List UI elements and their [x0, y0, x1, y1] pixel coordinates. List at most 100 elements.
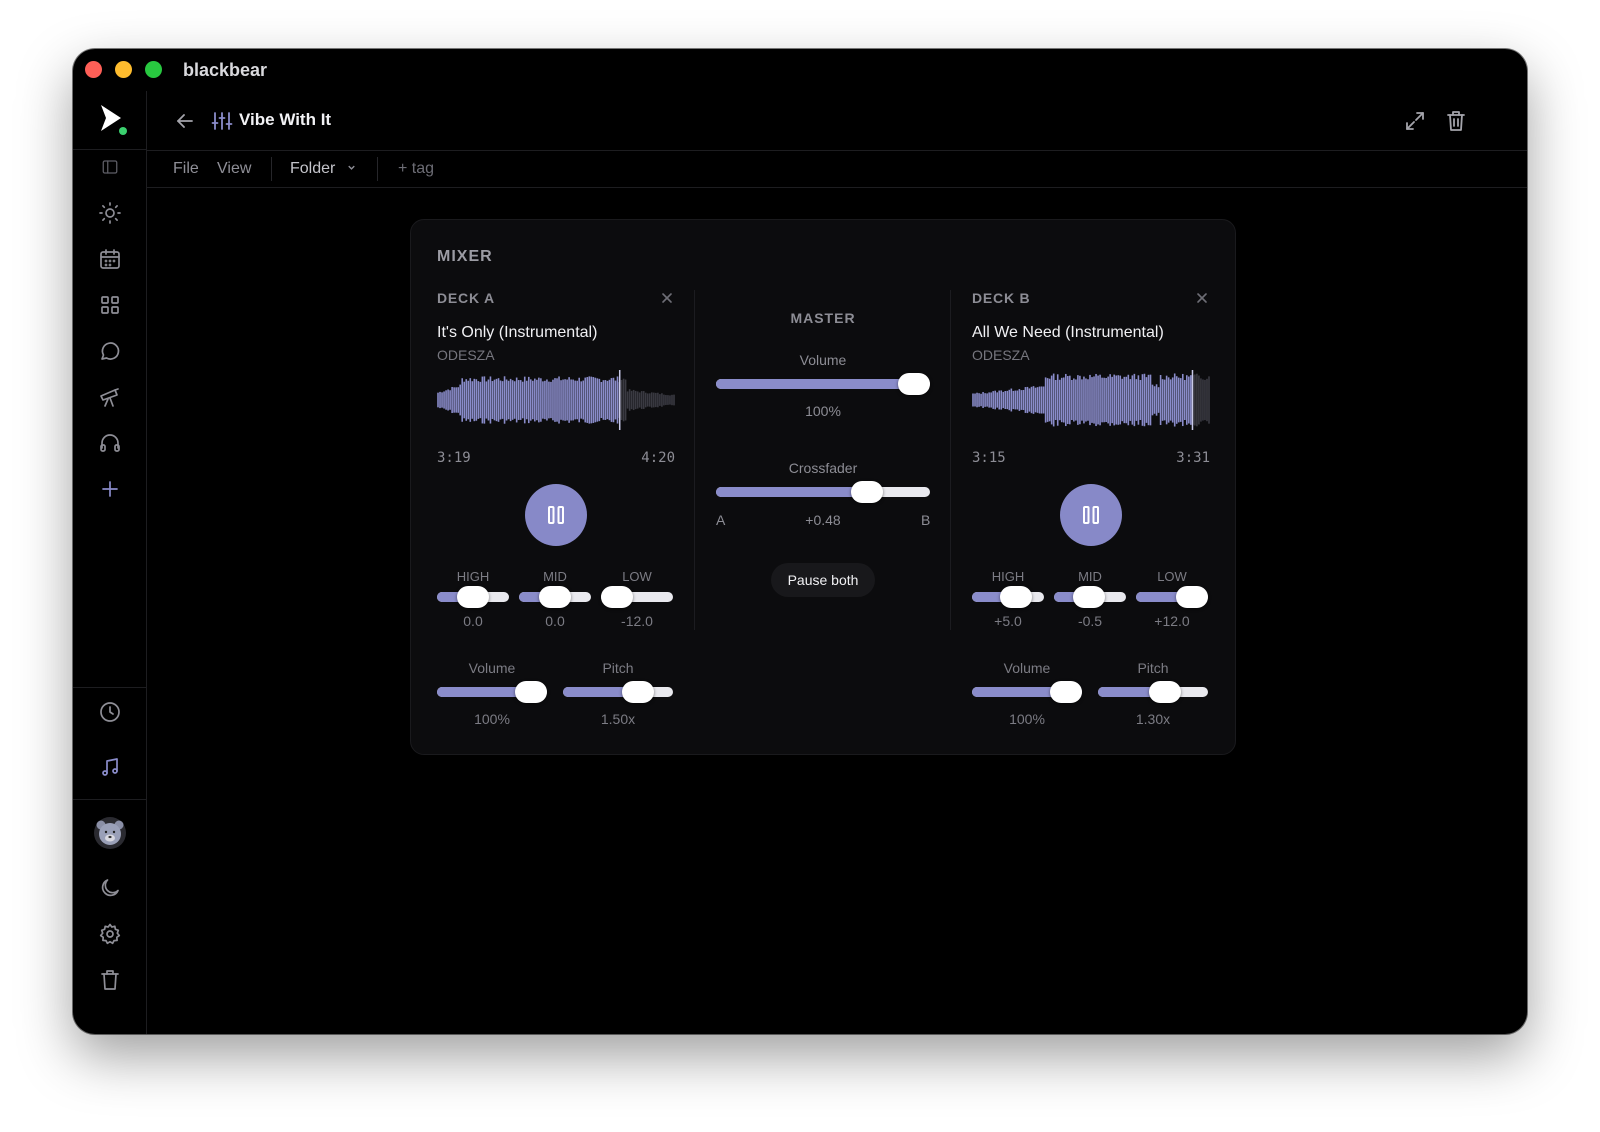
track-artist: ODESZA [972, 347, 1030, 363]
pause-button[interactable] [1060, 484, 1122, 546]
master-title: MASTER [790, 310, 856, 326]
menu-folder-label: Folder [290, 160, 336, 177]
eq-high-slider[interactable] [437, 586, 509, 608]
expand-icon[interactable] [1403, 109, 1427, 133]
eq-high-label: HIGH [991, 569, 1025, 584]
back-arrow-icon[interactable] [173, 109, 197, 133]
close-icon[interactable] [1194, 290, 1210, 306]
eq-low-slider[interactable] [601, 586, 673, 608]
master-volume-label: Volume [799, 352, 847, 368]
grid-icon[interactable] [90, 285, 130, 325]
sun-icon[interactable] [90, 193, 130, 233]
menu-file[interactable]: File [173, 160, 199, 178]
volume-value: 100% [1009, 711, 1045, 727]
menu-bar: File View Folder + tag [147, 151, 1527, 188]
menu-folder[interactable]: Folder [290, 160, 357, 178]
crossfader-value: +0.48 [805, 512, 841, 528]
volume-slider[interactable] [972, 681, 1082, 703]
trash-icon[interactable] [90, 960, 130, 1000]
volume-label: Volume [468, 660, 516, 676]
eq-high-slider[interactable] [972, 586, 1044, 608]
sidebar [73, 91, 147, 1034]
eq-high-value: +5.0 [994, 613, 1022, 629]
track-title: It's Only (Instrumental) [437, 324, 598, 341]
pitch-slider[interactable] [1098, 681, 1208, 703]
deck-label: DECK A [437, 290, 495, 306]
headphones-icon[interactable] [90, 423, 130, 463]
sidebar-divider [73, 799, 147, 800]
eq-mid-label: MID [543, 569, 567, 584]
crossfader-side-b: B [921, 512, 931, 528]
chat-bubble-icon[interactable] [90, 331, 130, 371]
pause-icon [1083, 506, 1099, 524]
toggle-sidebar-icon[interactable] [90, 147, 130, 187]
minimize-window-button[interactable] [115, 61, 132, 78]
app-title: blackbear [183, 60, 268, 80]
mixer-panel: MIXER DECK A It's Only (Instrumental) OD… [410, 219, 1236, 755]
master-volume-slider[interactable] [716, 373, 930, 395]
deck-divider [950, 290, 951, 630]
zoom-window-button[interactable] [145, 61, 162, 78]
close-window-button[interactable] [85, 61, 102, 78]
track-artist: ODESZA [437, 347, 495, 363]
deck-b: DECK B All We Need (Instrumental) ODESZA… [972, 280, 1210, 740]
close-icon[interactable] [659, 290, 675, 306]
app-window: blackbear Vibe With It File View Folder … [73, 49, 1527, 1034]
eq-low-label: LOW [1157, 569, 1187, 584]
eq-mid-value: 0.0 [545, 613, 565, 629]
gear-icon[interactable] [90, 914, 130, 954]
document-title: Vibe With It [239, 110, 332, 129]
chevron-down-icon [348, 165, 355, 170]
clock-icon[interactable] [90, 692, 130, 732]
waveform[interactable] [972, 370, 1210, 430]
elapsed-time: 3:15 [972, 450, 1006, 466]
eq-low-value: +12.0 [1154, 613, 1190, 629]
music-note-icon[interactable] [90, 747, 130, 787]
waveform[interactable] [437, 370, 675, 430]
add-icon[interactable] [90, 469, 130, 509]
pause-button[interactable] [525, 484, 587, 546]
volume-slider[interactable] [437, 681, 547, 703]
eq-high-label: HIGH [456, 569, 490, 584]
menu-divider [377, 157, 378, 181]
master-section: MASTER Volume 100% Crossfader A +0.48 B … [716, 280, 930, 600]
eq-high-value: 0.0 [463, 613, 483, 629]
deck-label: DECK B [972, 290, 1031, 306]
master-volume-value: 100% [805, 403, 841, 419]
menu-divider [271, 157, 272, 181]
pitch-label: Pitch [602, 660, 634, 676]
pitch-value: 1.30x [1135, 711, 1171, 727]
eq-mid-value: -0.5 [1077, 613, 1103, 629]
pause-icon [548, 506, 564, 524]
deck-a: DECK A It's Only (Instrumental) ODESZA 3… [437, 280, 675, 740]
mixer-title: MIXER [437, 248, 493, 265]
crossfader-slider[interactable] [716, 481, 930, 503]
document-header: Vibe With It [147, 91, 1527, 151]
track-title: All We Need (Instrumental) [972, 324, 1164, 341]
app-logo-icon[interactable] [95, 101, 129, 137]
delete-trash-icon[interactable] [1444, 109, 1468, 133]
sidebar-divider [73, 687, 147, 688]
mixer-sliders-icon [211, 112, 233, 130]
eq-low-label: LOW [622, 569, 652, 584]
volume-label: Volume [1003, 660, 1051, 676]
calendar-icon[interactable] [90, 239, 130, 279]
crossfader-label: Crossfader [788, 460, 858, 476]
eq-low-value: -12.0 [621, 613, 653, 629]
pitch-value: 1.50x [600, 711, 636, 727]
pause-both-button[interactable]: Pause both [771, 563, 875, 597]
menu-view[interactable]: View [217, 160, 251, 178]
deck-divider [694, 290, 695, 630]
moon-icon[interactable] [90, 868, 130, 908]
eq-mid-slider[interactable] [1054, 586, 1126, 608]
elapsed-time: 3:19 [437, 450, 471, 466]
telescope-icon[interactable] [90, 377, 130, 417]
track-duration: 3:31 [1176, 450, 1210, 466]
eq-low-slider[interactable] [1136, 586, 1208, 608]
eq-mid-label: MID [1078, 569, 1102, 584]
add-tag-button[interactable]: + tag [398, 160, 434, 178]
eq-mid-slider[interactable] [519, 586, 591, 608]
pitch-slider[interactable] [563, 681, 673, 703]
bear-avatar-icon[interactable] [93, 816, 127, 850]
title-bar: blackbear [73, 49, 1527, 91]
